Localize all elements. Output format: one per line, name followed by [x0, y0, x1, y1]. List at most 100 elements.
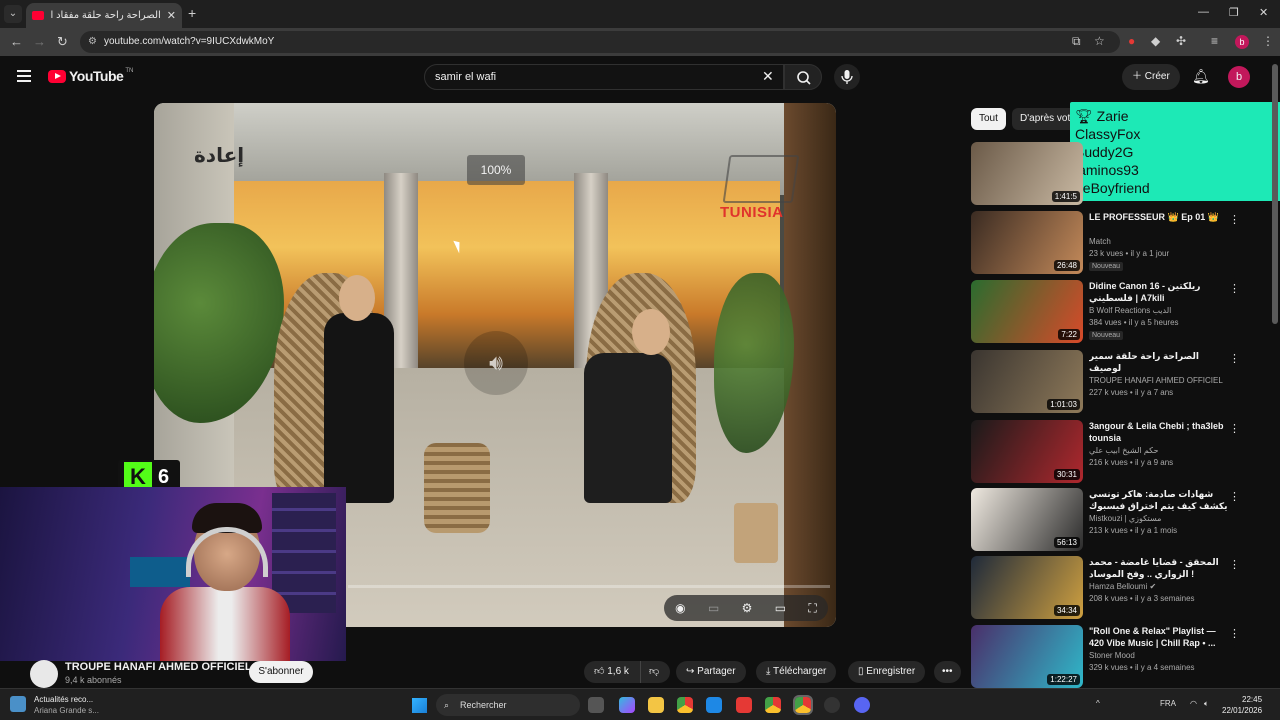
recommendation-thumbnail[interactable]: 30:31	[971, 420, 1083, 483]
forward-icon[interactable]: →	[33, 34, 46, 49]
reading-list-icon[interactable]: ≡	[1211, 34, 1218, 48]
browser-menu-icon[interactable]: ⋮	[1262, 34, 1274, 48]
new-tab-button[interactable]: +	[188, 5, 196, 21]
autoplay-toggle-icon[interactable]: ◉	[675, 601, 685, 615]
recommendation-title[interactable]: Didine Canon 16 - ريلكتين فلسطيني | A7ki…	[1089, 280, 1231, 304]
page-scrollbar[interactable]	[1272, 64, 1278, 324]
create-button[interactable]: ＋ Créer	[1122, 64, 1180, 90]
clear-search-icon[interactable]: ✕	[762, 68, 774, 85]
fullscreen-icon[interactable]: ⛶	[808, 601, 816, 616]
recommendation-thumbnail[interactable]: 1:01:03	[971, 350, 1083, 413]
site-info-icon[interactable]: ⚙	[88, 31, 97, 53]
recommendation-channel[interactable]: Stoner Mood	[1089, 651, 1135, 660]
recommendation-title[interactable]: 3angour & Leila Chebi ; tha3leb tounsia	[1089, 420, 1231, 444]
speaker-icon[interactable]: 🔈︎	[1204, 699, 1209, 709]
recommendation-thumbnail[interactable]: 7:22	[971, 280, 1083, 343]
language-indicator[interactable]: FRA	[1160, 699, 1176, 708]
taskbar-search[interactable]: ⌕ Rechercher	[436, 694, 580, 716]
recommendation-thumbnail[interactable]: 1:41:5	[971, 142, 1083, 205]
app-dark-icon[interactable]	[824, 697, 840, 713]
tray-overflow-icon[interactable]: ^	[1096, 699, 1100, 708]
more-options-icon[interactable]: ⋮	[1229, 282, 1240, 295]
recommendation-channel[interactable]: TROUPE HANAFI AHMED OFFICIEL	[1089, 376, 1223, 385]
recommendation-thumbnail[interactable]: 26:48	[971, 211, 1083, 274]
discord-icon[interactable]	[854, 697, 870, 713]
more-options-icon[interactable]: ⋮	[1229, 422, 1240, 435]
weather-news-icon[interactable]	[10, 696, 26, 712]
recommendation-title[interactable]: شهادات صادمة: هاكر تونسي يكشف كيف يتم اخ…	[1089, 488, 1231, 512]
settings-gear-icon[interactable]: ⚙	[742, 601, 753, 615]
more-options-icon[interactable]: ⋮	[1229, 627, 1240, 640]
clock[interactable]: 22:45 22/01/2026	[1222, 694, 1262, 716]
bookmark-star-icon[interactable]: ☆	[1094, 34, 1105, 48]
share-button[interactable]: ↪ Partager	[676, 661, 746, 683]
recommendation-channel[interactable]: Mistkouzi | مستكوزي	[1089, 514, 1161, 523]
url-field[interactable]: ⚙ youtube.com/watch?v=9IUCXdwkMoY	[80, 31, 1120, 53]
recommendation-channel[interactable]: Match	[1089, 237, 1111, 246]
wifi-icon[interactable]: ◠	[1190, 699, 1197, 708]
channel-avatar[interactable]	[30, 660, 58, 688]
subtitles-icon[interactable]: ▭	[708, 601, 719, 615]
chip-all[interactable]: Tout	[971, 108, 1006, 130]
extensions-puzzle-icon[interactable]: ✣	[1176, 34, 1186, 48]
theater-mode-icon[interactable]: ▭	[775, 601, 786, 615]
tab-close-icon[interactable]: ✕	[167, 9, 176, 22]
channel-name[interactable]: TROUPE HANAFI AHMED OFFICIEL	[65, 661, 252, 673]
recommendation-item[interactable]: 7:22 Didine Canon 16 - ريلكتين فلسطيني | …	[971, 280, 1271, 344]
recommendation-thumbnail[interactable]: 1:22:27	[971, 625, 1083, 688]
browser-tab[interactable]: الصراحة راحة حلقة مفقاد الس ✕	[26, 3, 182, 28]
reload-icon[interactable]: ↻	[57, 34, 68, 50]
task-view-icon[interactable]	[588, 697, 604, 713]
news-widget[interactable]: Actualités reco... Ariana Grande s...	[34, 694, 99, 716]
recommendation-item[interactable]: 34:34 المحقق - قضايا غامضة - محمد الزواري…	[971, 556, 1271, 620]
browser-profile-avatar[interactable]: b	[1235, 35, 1249, 49]
store-icon[interactable]	[706, 697, 722, 713]
recommendation-title[interactable]: الصراحة راحة حلقة سمير لوصيف	[1089, 350, 1231, 374]
maximize-icon[interactable]: ❐	[1229, 6, 1239, 19]
more-options-icon[interactable]: ⋮	[1229, 352, 1240, 365]
progress-bar[interactable]	[348, 585, 830, 588]
recommendation-item[interactable]: 1:22:27 "Roll One & Relax" Playlist — 420…	[971, 625, 1271, 689]
recommendation-channel[interactable]: B Wolf Reactions الديب	[1089, 306, 1171, 315]
account-avatar[interactable]: b	[1228, 66, 1250, 88]
search-input[interactable]: samir el wafi	[424, 64, 784, 90]
search-button[interactable]	[784, 64, 822, 90]
windows-start-icon[interactable]	[412, 698, 427, 713]
voice-search-button[interactable]	[834, 64, 860, 90]
extension-red-icon[interactable]: ●	[1128, 34, 1135, 48]
cast-icon[interactable]: ⧉	[1072, 34, 1081, 49]
save-button[interactable]: ▯ Enregistrer	[848, 661, 926, 683]
recommendation-item[interactable]: 56:13 شهادات صادمة: هاكر تونسي يكشف كيف ي…	[971, 488, 1271, 552]
chrome-active-icon[interactable]	[793, 695, 813, 715]
recommendation-title[interactable]: LE PROFESSEUR 👑 Ep 01 👑	[1089, 211, 1231, 223]
chrome-profile-icon[interactable]	[765, 697, 781, 713]
recommendation-channel[interactable]: Hamza Belloumi ✔	[1089, 582, 1156, 591]
minimize-icon[interactable]: —	[1198, 6, 1209, 18]
recommendation-title[interactable]: "Roll One & Relax" Playlist — 420 Vibe M…	[1089, 625, 1231, 649]
file-explorer-icon[interactable]	[648, 697, 664, 713]
recommendation-thumbnail[interactable]: 34:34	[971, 556, 1083, 619]
dislike-button[interactable]: 👎︎	[640, 661, 659, 683]
tab-search-menu-icon[interactable]: ⌄	[4, 5, 22, 23]
like-button[interactable]: 👍︎ 1,6 k	[594, 661, 629, 683]
youtube-logo[interactable]: YouTube TN	[48, 68, 133, 84]
recommendation-item[interactable]: 1:41:5	[971, 142, 1271, 206]
more-options-icon[interactable]: ⋮	[1229, 490, 1240, 503]
notifications-bell-icon[interactable]: 🔔︎	[1192, 68, 1210, 85]
recommendation-title[interactable]: المحقق - قضايا غامضة - محمد الزواري .. و…	[1089, 556, 1231, 580]
menu-icon[interactable]	[17, 70, 31, 82]
close-window-icon[interactable]: ✕	[1259, 6, 1268, 19]
download-button[interactable]: ⤓ Télécharger	[756, 661, 837, 683]
recommendation-item[interactable]: 1:01:03 الصراحة راحة حلقة سمير لوصيف TROUP…	[971, 350, 1271, 414]
subscribe-button[interactable]: S'abonner	[249, 661, 313, 683]
more-options-icon[interactable]: ⋮	[1229, 558, 1240, 571]
back-icon[interactable]: ←	[10, 34, 23, 49]
recommendation-item[interactable]: 26:48 LE PROFESSEUR 👑 Ep 01 👑 Match 23 k vu…	[971, 211, 1271, 275]
recommendation-thumbnail[interactable]: 56:13	[971, 488, 1083, 551]
chrome-icon[interactable]	[677, 697, 693, 713]
recommendation-item[interactable]: 30:31 3angour & Leila Chebi ; tha3leb tou…	[971, 420, 1271, 484]
app-w-icon[interactable]	[736, 697, 752, 713]
more-options-icon[interactable]: ⋮	[1229, 213, 1240, 226]
more-actions-button[interactable]: •••	[934, 661, 961, 683]
extension-diamond-icon[interactable]: ◆	[1151, 34, 1160, 48]
